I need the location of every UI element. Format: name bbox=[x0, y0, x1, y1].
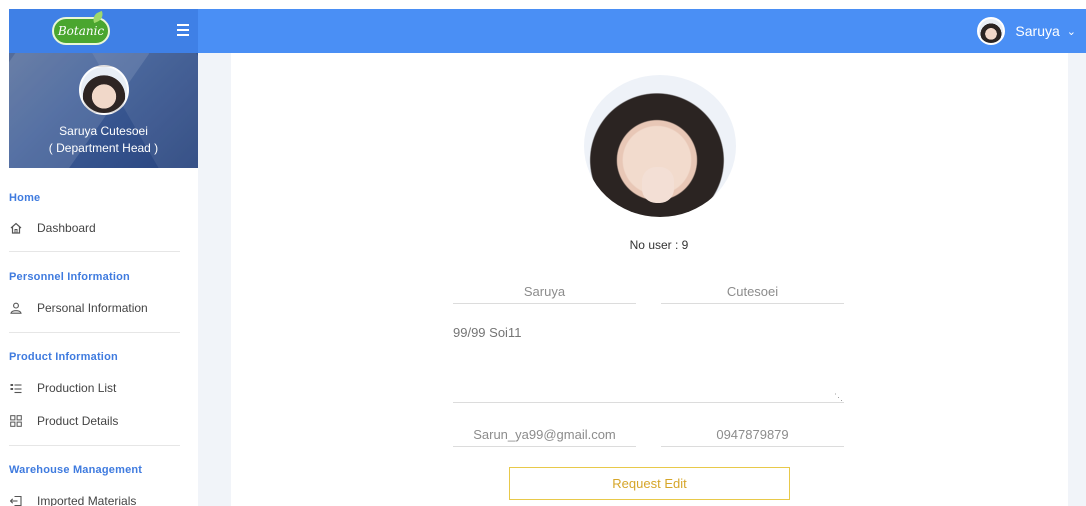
user-icon bbox=[9, 301, 23, 315]
nav-heading-product: Product Information bbox=[9, 351, 118, 363]
user-number: No user : 9 bbox=[629, 238, 689, 252]
profile-photo bbox=[584, 75, 736, 217]
last-name-field[interactable] bbox=[661, 280, 844, 304]
logo-area: Botanic bbox=[9, 9, 198, 53]
hamburger-menu-icon[interactable] bbox=[177, 24, 189, 36]
sidebar: Saruya Cutesoei ( Department Head ) Home… bbox=[9, 53, 198, 506]
logo-text: Botanic bbox=[57, 24, 105, 38]
sidebar-avatar bbox=[79, 65, 129, 115]
sidebar-item-label: Product Details bbox=[37, 414, 119, 428]
sidebar-item-personal-information[interactable]: Personal Information bbox=[9, 297, 198, 319]
user-menu[interactable]: Saruya ⌄ bbox=[977, 17, 1076, 45]
nav-heading-personnel: Personnel Information bbox=[9, 271, 130, 283]
sidebar-item-product-details[interactable]: Product Details bbox=[9, 410, 198, 432]
sidebar-item-label: Dashboard bbox=[37, 221, 96, 235]
phone-field[interactable] bbox=[661, 423, 844, 447]
address-field[interactable] bbox=[453, 321, 844, 403]
nav-divider bbox=[9, 332, 180, 333]
sidebar-item-label: Production List bbox=[37, 381, 117, 395]
email-field[interactable] bbox=[453, 423, 636, 447]
list-icon bbox=[9, 381, 23, 395]
sidebar-profile-banner: Saruya Cutesoei ( Department Head ) bbox=[9, 53, 198, 168]
sidebar-item-label: Personal Information bbox=[37, 301, 148, 315]
request-edit-button[interactable]: Request Edit bbox=[509, 467, 790, 500]
sidebar-item-dashboard[interactable]: Dashboard bbox=[9, 217, 198, 239]
sidebar-item-production-list[interactable]: Production List bbox=[9, 377, 198, 399]
sidebar-item-label: Imported Materials bbox=[37, 494, 137, 506]
nav-divider bbox=[9, 445, 180, 446]
nav-heading-home: Home bbox=[9, 192, 41, 204]
brand-logo[interactable]: Botanic bbox=[52, 10, 110, 45]
sidebar-user-role: ( Department Head ) bbox=[48, 141, 159, 155]
nav-heading-warehouse: Warehouse Management bbox=[9, 464, 143, 476]
sidebar-user-name: Saruya Cutesoei bbox=[59, 124, 148, 138]
leaf-icon bbox=[90, 10, 106, 24]
resize-handle-icon[interactable]: ⋱ bbox=[834, 393, 843, 402]
nav-divider bbox=[9, 251, 180, 252]
top-bar: Botanic Saruya ⌄ bbox=[9, 9, 1086, 53]
grid-icon bbox=[9, 414, 23, 428]
user-menu-name: Saruya bbox=[1015, 23, 1060, 39]
sidebar-item-imported-materials[interactable]: Imported Materials bbox=[9, 490, 198, 506]
avatar bbox=[977, 17, 1006, 45]
chevron-down-icon[interactable]: ⌄ bbox=[1067, 25, 1076, 38]
import-icon bbox=[9, 494, 23, 506]
first-name-field[interactable] bbox=[453, 280, 636, 304]
home-icon bbox=[9, 221, 23, 235]
